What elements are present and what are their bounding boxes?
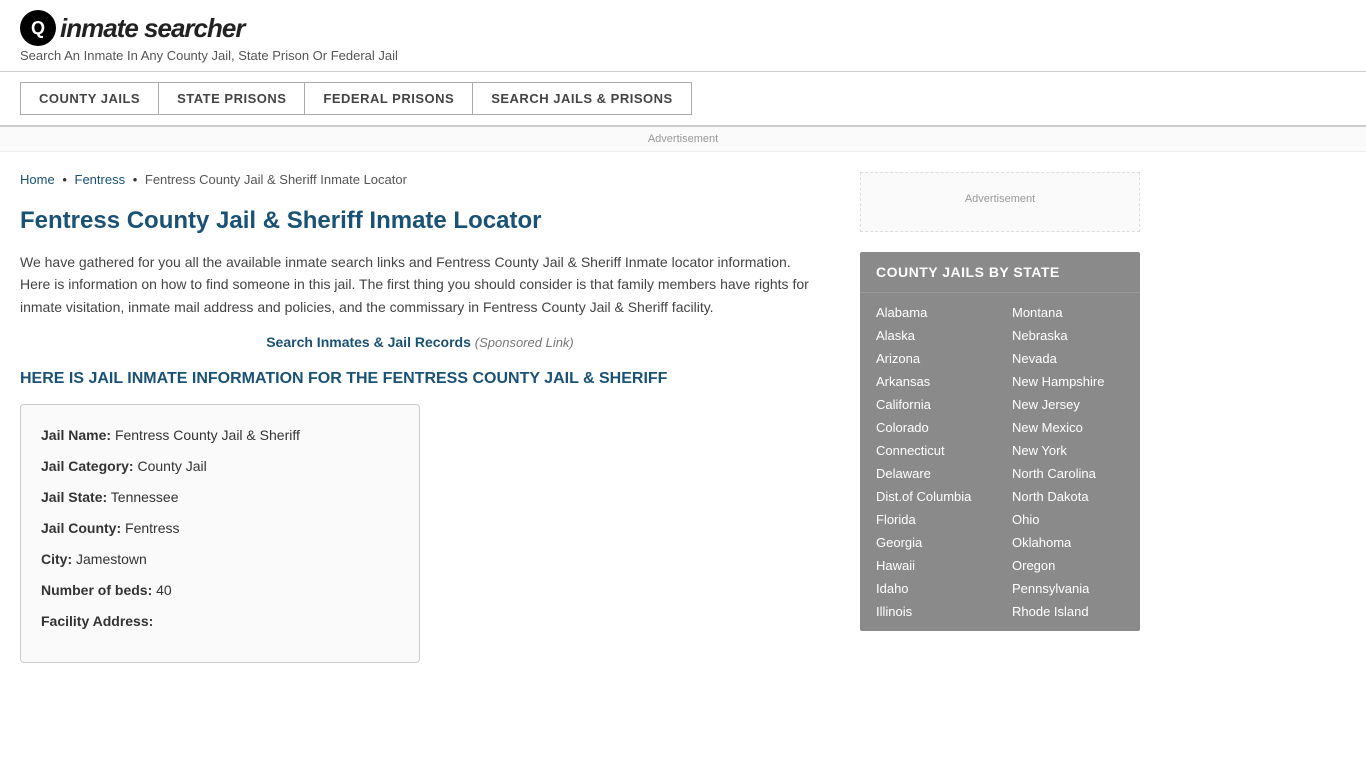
state-link-north-dakota[interactable]: North Dakota xyxy=(1000,485,1136,508)
description: We have gathered for you all the availab… xyxy=(20,251,820,318)
jail-state-label: Jail State: xyxy=(41,489,107,505)
sponsored-section: Search Inmates & Jail Records (Sponsored… xyxy=(20,334,820,350)
state-link-oregon[interactable]: Oregon xyxy=(1000,554,1136,577)
state-link-new-mexico[interactable]: New Mexico xyxy=(1000,416,1136,439)
jail-category-value: County Jail xyxy=(137,458,206,474)
federal-prisons-btn[interactable]: FEDERAL PRISONS xyxy=(304,82,472,115)
state-link-nebraska[interactable]: Nebraska xyxy=(1000,324,1136,347)
breadcrumb-current: Fentress County Jail & Sheriff Inmate Lo… xyxy=(145,172,407,187)
sponsored-suffix: (Sponsored Link) xyxy=(475,335,574,350)
jail-beds-label: Number of beds: xyxy=(41,582,152,598)
jail-name-row: Jail Name: Fentress County Jail & Sherif… xyxy=(41,425,399,446)
jail-city-label: City: xyxy=(41,551,72,567)
logo-text: inmate searcher xyxy=(60,13,244,44)
state-link-alaska[interactable]: Alaska xyxy=(864,324,1000,347)
state-link-arizona[interactable]: Arizona xyxy=(864,347,1000,370)
state-link-pennsylvania[interactable]: Pennsylvania xyxy=(1000,577,1136,600)
jail-name-label: Jail Name: xyxy=(41,427,111,443)
main-layout: Home • Fentress • Fentress County Jail &… xyxy=(0,152,1366,683)
state-link-new-york[interactable]: New York xyxy=(1000,439,1136,462)
state-list-box: COUNTY JAILS BY STATE AlabamaAlaskaArizo… xyxy=(860,252,1140,631)
state-link-delaware[interactable]: Delaware xyxy=(864,462,1000,485)
state-link-new-jersey[interactable]: New Jersey xyxy=(1000,393,1136,416)
state-link-rhode-island[interactable]: Rhode Island xyxy=(1000,600,1136,623)
search-jails-btn[interactable]: SEARCH JAILS & PRISONS xyxy=(472,82,691,115)
state-link-california[interactable]: California xyxy=(864,393,1000,416)
sidebar: Advertisement COUNTY JAILS BY STATE Alab… xyxy=(840,152,1140,683)
page-title: Fentress County Jail & Sheriff Inmate Lo… xyxy=(20,207,820,235)
states-right-col: MontanaNebraskaNevadaNew HampshireNew Je… xyxy=(1000,301,1136,623)
state-link-florida[interactable]: Florida xyxy=(864,508,1000,531)
jail-city-value: Jamestown xyxy=(76,551,147,567)
jail-category-label: Jail Category: xyxy=(41,458,134,474)
logo-area: Q inmate searcher xyxy=(20,10,1346,46)
state-prisons-btn[interactable]: STATE PRISONS xyxy=(158,82,304,115)
state-list-title: COUNTY JAILS BY STATE xyxy=(860,252,1140,293)
state-link-new-hampshire[interactable]: New Hampshire xyxy=(1000,370,1136,393)
state-link-oklahoma[interactable]: Oklahoma xyxy=(1000,531,1136,554)
state-link-distof-columbia[interactable]: Dist.of Columbia xyxy=(864,485,1000,508)
state-link-idaho[interactable]: Idaho xyxy=(864,577,1000,600)
state-link-nevada[interactable]: Nevada xyxy=(1000,347,1136,370)
jail-county-value: Fentress xyxy=(125,520,179,536)
tagline: Search An Inmate In Any County Jail, Sta… xyxy=(20,48,1346,63)
breadcrumb: Home • Fentress • Fentress County Jail &… xyxy=(20,172,820,187)
header: Q inmate searcher Search An Inmate In An… xyxy=(0,0,1366,72)
jail-name-value: Fentress County Jail & Sheriff xyxy=(115,427,300,443)
nav: COUNTY JAILS STATE PRISONS FEDERAL PRISO… xyxy=(0,72,1366,127)
breadcrumb-sep2: • xyxy=(133,172,138,187)
jail-county-row: Jail County: Fentress xyxy=(41,518,399,539)
jail-city-row: City: Jamestown xyxy=(41,549,399,570)
jail-info-box: Jail Name: Fentress County Jail & Sherif… xyxy=(20,404,420,663)
county-jails-btn[interactable]: COUNTY JAILS xyxy=(20,82,158,115)
logo-icon: Q xyxy=(20,10,56,46)
logo-icon-text: Q xyxy=(31,18,45,39)
state-link-ohio[interactable]: Ohio xyxy=(1000,508,1136,531)
jail-beds-value: 40 xyxy=(156,582,172,598)
ad-banner: Advertisement xyxy=(0,127,1366,152)
state-link-arkansas[interactable]: Arkansas xyxy=(864,370,1000,393)
content-area: Home • Fentress • Fentress County Jail &… xyxy=(20,152,840,683)
state-link-connecticut[interactable]: Connecticut xyxy=(864,439,1000,462)
jail-category-row: Jail Category: County Jail xyxy=(41,456,399,477)
state-link-montana[interactable]: Montana xyxy=(1000,301,1136,324)
jail-info-header: HERE IS JAIL INMATE INFORMATION FOR THE … xyxy=(20,370,820,388)
sidebar-ad: Advertisement xyxy=(860,172,1140,232)
breadcrumb-sep1: • xyxy=(62,172,67,187)
jail-address-label: Facility Address: xyxy=(41,613,153,629)
state-link-georgia[interactable]: Georgia xyxy=(864,531,1000,554)
states-left-col: AlabamaAlaskaArizonaArkansasCaliforniaCo… xyxy=(864,301,1000,623)
jail-state-value: Tennessee xyxy=(111,489,179,505)
state-link-hawaii[interactable]: Hawaii xyxy=(864,554,1000,577)
state-link-north-carolina[interactable]: North Carolina xyxy=(1000,462,1136,485)
jail-state-row: Jail State: Tennessee xyxy=(41,487,399,508)
jail-beds-row: Number of beds: 40 xyxy=(41,580,399,601)
jail-county-label: Jail County: xyxy=(41,520,121,536)
breadcrumb-home[interactable]: Home xyxy=(20,172,55,187)
sponsored-link[interactable]: Search Inmates & Jail Records xyxy=(266,334,471,350)
jail-address-row: Facility Address: xyxy=(41,611,399,632)
logo-text-label: inmate searcher xyxy=(60,13,244,43)
state-link-colorado[interactable]: Colorado xyxy=(864,416,1000,439)
breadcrumb-fentress[interactable]: Fentress xyxy=(75,172,126,187)
state-list-grid: AlabamaAlaskaArizonaArkansasCaliforniaCo… xyxy=(860,293,1140,631)
state-link-alabama[interactable]: Alabama xyxy=(864,301,1000,324)
state-link-illinois[interactable]: Illinois xyxy=(864,600,1000,623)
